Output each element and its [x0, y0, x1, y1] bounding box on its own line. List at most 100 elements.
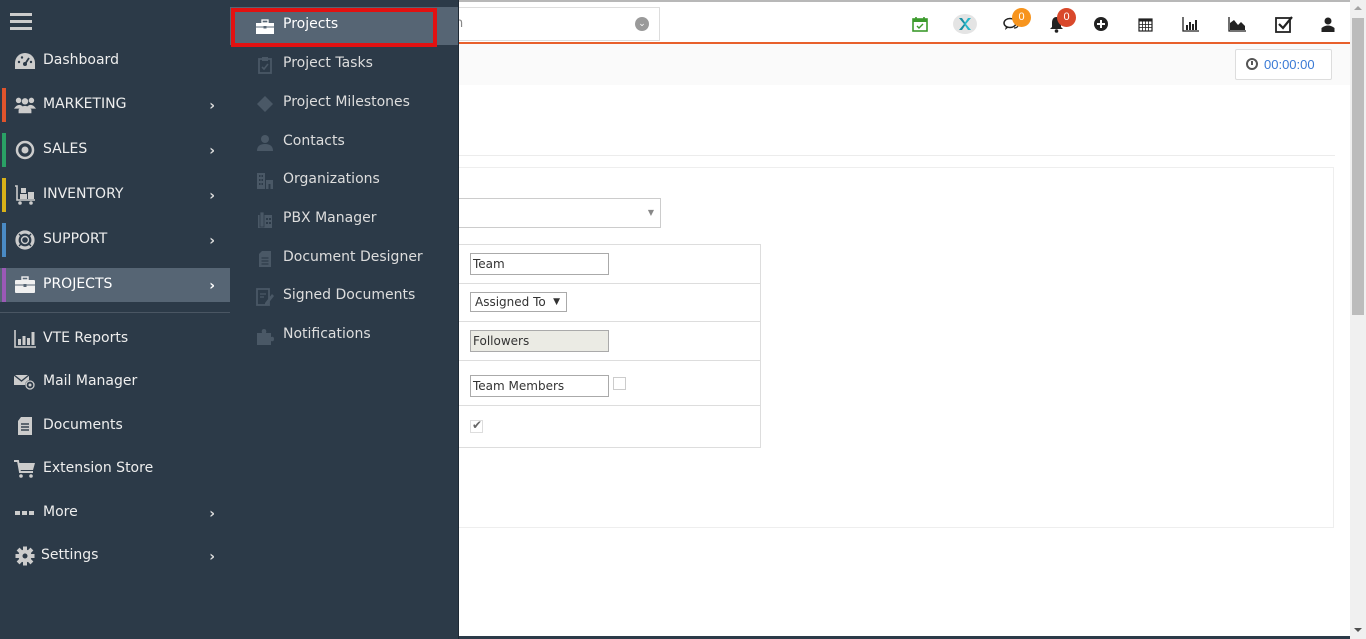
sidebar-item-label: Settings — [41, 547, 99, 563]
timer-button[interactable]: 00:00:00 — [1235, 49, 1332, 80]
cart-icon — [14, 459, 36, 479]
enabled-checkbox[interactable] — [470, 418, 483, 433]
checkbox-icon[interactable] — [1274, 14, 1294, 34]
submenu-item-document-designer[interactable]: Document Designer — [230, 239, 458, 277]
submenu-item-label: Project Milestones — [283, 94, 410, 110]
field-row: Assigned To ▼ — [459, 284, 760, 322]
accent-bar — [2, 223, 6, 257]
scroll-down-arrow-icon[interactable] — [1354, 628, 1362, 632]
accent-bar — [2, 178, 6, 212]
select-arrow-icon: ▼ — [647, 208, 654, 217]
module-select[interactable]: ▼ — [440, 198, 661, 228]
projects-submenu: Projects Project Tasks Project Milestone… — [230, 0, 458, 639]
sidebar-item-label: Extension Store — [43, 460, 154, 476]
chevron-right-icon: › — [209, 98, 215, 114]
chevron-right-icon: › — [209, 506, 215, 522]
sidebar-item-settings[interactable]: Settings › — [0, 539, 230, 573]
sidebar-item-label: More — [43, 504, 78, 520]
area-chart-icon[interactable] — [1227, 14, 1247, 34]
vte-logo-icon[interactable] — [953, 13, 977, 35]
cart-dolly-icon — [14, 185, 36, 205]
scroll-up-arrow-icon[interactable] — [1354, 6, 1362, 10]
sidebar-item-vte-reports[interactable]: VTE Reports — [0, 322, 230, 356]
team-members-input[interactable]: Team Members — [470, 375, 609, 397]
mail-at-icon — [14, 372, 36, 392]
lifebuoy-icon — [14, 230, 36, 250]
sidebar-item-extension-store[interactable]: Extension Store — [0, 452, 230, 486]
submenu-item-label: Projects — [283, 16, 339, 32]
gear-icon — [14, 546, 36, 566]
chat-icon[interactable]: 0 — [1001, 8, 1031, 34]
submenu-item-project-milestones[interactable]: Project Milestones — [230, 84, 458, 122]
submenu-item-contacts[interactable]: Contacts — [230, 123, 458, 161]
submenu-item-notifications[interactable]: Notifications — [230, 316, 458, 354]
person-icon — [255, 133, 275, 153]
field-table: Team Assigned To ▼ Followers Team Member… — [458, 244, 761, 448]
sidebar: Dashboard MARKETING › SALES › INVENTORY … — [0, 0, 230, 639]
section-divider — [440, 155, 1335, 156]
accent-bar — [2, 133, 6, 167]
scroll-thumb[interactable] — [1352, 18, 1364, 315]
sidebar-item-support[interactable]: SUPPORT › — [0, 223, 230, 257]
file-signature-icon — [255, 287, 275, 307]
assigned-to-select[interactable]: Assigned To ▼ — [470, 292, 567, 312]
sidebar-item-sales[interactable]: SALES › — [0, 133, 230, 167]
user-icon[interactable] — [1318, 14, 1338, 34]
chevron-right-icon: › — [209, 549, 215, 565]
submenu-item-label: Notifications — [283, 326, 371, 342]
ellipsis-icon — [14, 503, 36, 523]
document-icon — [14, 416, 36, 436]
chevron-right-icon: › — [209, 143, 215, 159]
submenu-item-label: Contacts — [283, 133, 345, 149]
submenu-item-label: Organizations — [283, 171, 380, 187]
sidebar-item-label: Mail Manager — [43, 373, 138, 389]
sidebar-item-label: SUPPORT — [43, 231, 108, 247]
briefcase-icon — [255, 17, 275, 37]
chevron-right-icon: › — [209, 233, 215, 249]
bar-chart-icon[interactable] — [1180, 14, 1200, 34]
sidebar-item-label: SALES — [43, 141, 88, 157]
dashboard-icon — [14, 51, 36, 71]
calendar-icon[interactable] — [1135, 14, 1155, 34]
bar-chart-icon — [14, 329, 36, 349]
submenu-item-organizations[interactable]: Organizations — [230, 161, 458, 199]
plus-circle-icon[interactable] — [1091, 14, 1111, 34]
submenu-item-projects[interactable]: Projects — [230, 7, 458, 45]
calendar-check-icon[interactable] — [910, 14, 930, 34]
sidebar-item-marketing[interactable]: MARKETING › — [0, 88, 230, 122]
sidebar-item-more[interactable]: More › — [0, 496, 230, 530]
field-row — [459, 406, 760, 447]
submenu-item-signed-documents[interactable]: Signed Documents — [230, 277, 458, 315]
page-scrollbar[interactable] — [1350, 0, 1366, 639]
sidebar-item-projects[interactable]: PROJECTS › — [0, 268, 230, 302]
search-dropdown-chevron-icon[interactable]: ⌄ — [635, 17, 649, 31]
sidebar-item-documents[interactable]: Documents — [0, 409, 230, 443]
clock-icon — [1246, 58, 1258, 70]
sidebar-item-mail-manager[interactable]: Mail Manager — [0, 365, 230, 399]
file-text-icon — [255, 249, 275, 269]
assigned-to-value: Assigned To — [475, 295, 546, 309]
sidebar-item-inventory[interactable]: INVENTORY › — [0, 178, 230, 212]
sidebar-item-label: INVENTORY — [43, 186, 124, 202]
field-row: Followers — [459, 322, 760, 361]
submenu-item-label: Document Designer — [283, 249, 423, 265]
team-members-checkbox[interactable] — [613, 377, 626, 390]
clipboard-check-icon — [255, 55, 275, 75]
target-icon — [14, 140, 36, 160]
puzzle-icon — [255, 326, 275, 346]
sidebar-item-label: Documents — [43, 417, 123, 433]
field-row: Team Members — [459, 361, 760, 406]
sidebar-divider — [0, 312, 230, 313]
notification-badge: 0 — [1057, 8, 1076, 27]
submenu-item-project-tasks[interactable]: Project Tasks — [230, 45, 458, 83]
phone-office-icon — [255, 210, 275, 230]
chevron-right-icon: › — [209, 188, 215, 204]
team-input[interactable]: Team — [470, 253, 609, 275]
select-arrow-icon: ▼ — [553, 297, 560, 307]
hamburger-menu-icon[interactable] — [10, 13, 32, 31]
diamond-icon — [255, 94, 275, 114]
sidebar-item-dashboard[interactable]: Dashboard — [0, 44, 230, 78]
submenu-item-pbx-manager[interactable]: PBX Manager — [230, 200, 458, 238]
briefcase-icon — [14, 275, 36, 295]
bell-icon[interactable]: 0 — [1046, 8, 1076, 34]
